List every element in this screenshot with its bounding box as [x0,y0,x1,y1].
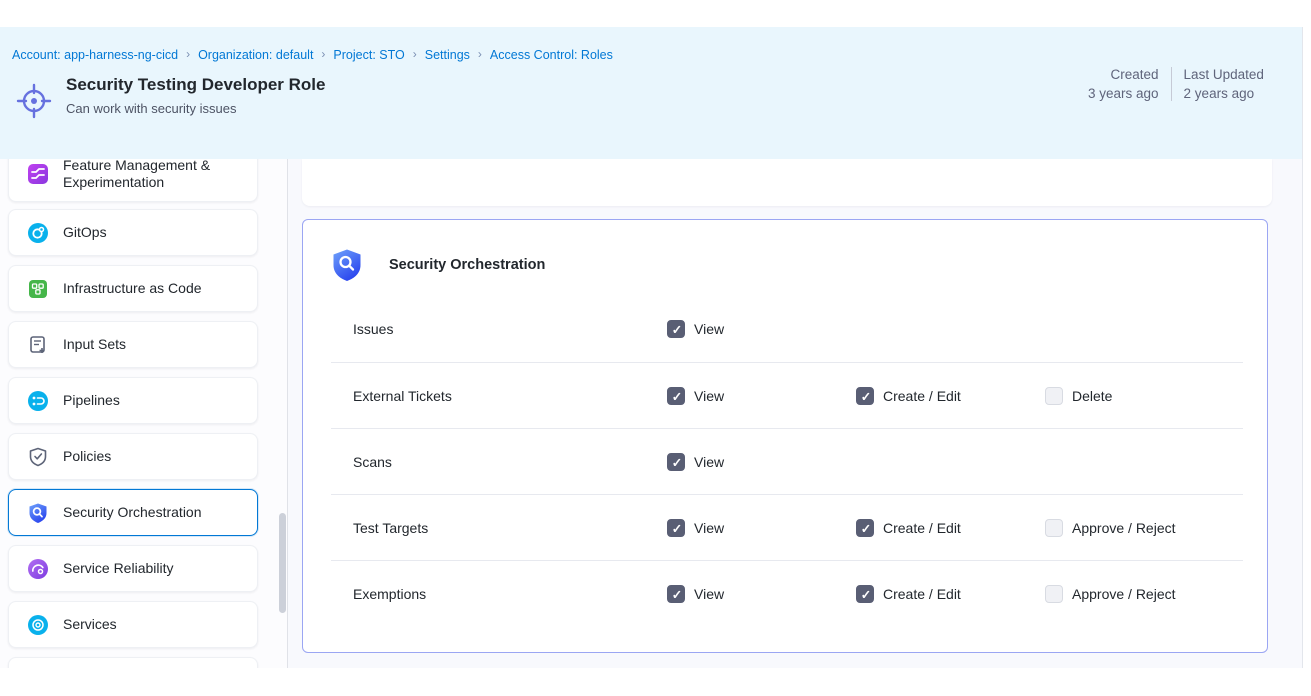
permission-row-test-targets: Test Targets View Create / Edit Approve … [331,494,1243,560]
checkbox-external-tickets-create-edit[interactable] [856,387,874,405]
checkbox-exemptions-view[interactable] [667,585,685,603]
resource-label: Scans [353,454,667,470]
sidebar-item-security-orchestration[interactable]: Security Orchestration [8,489,258,536]
permission-label: View [694,321,724,337]
panel-header: Security Orchestration [303,220,1267,296]
services-icon [27,614,49,636]
checkbox-exemptions-create-edit[interactable] [856,585,874,603]
page-title: Security Testing Developer Role [66,75,325,95]
resource-label: Issues [353,321,667,337]
sidebar-item-label: Pipelines [63,392,120,409]
sidebar-item-label: Policies [63,448,111,465]
sidebar-item-label: Feature Management & Experimentation [63,159,243,191]
permission-label: View [694,454,724,470]
permission-label: View [694,388,724,404]
role-details-page: Account: app-harness-ng-cicd › Organizat… [0,0,1311,696]
policies-icon [27,446,49,468]
checkbox-external-tickets-view[interactable] [667,387,685,405]
chevron-right-icon: › [413,47,417,61]
sidebar-item-infrastructure-as-code[interactable]: Infrastructure as Code [8,265,258,312]
checkbox-issues-view[interactable] [667,320,685,338]
permission-row-external-tickets: External Tickets View Create / Edit Dele… [331,362,1243,428]
sidebar-item-label: Service Reliability [63,560,173,577]
chevron-right-icon: › [186,47,190,61]
sidebar-item-label: Input Sets [63,336,126,353]
checkbox-test-targets-view[interactable] [667,519,685,537]
permission-label: Approve / Reject [1072,586,1176,602]
resource-label: External Tickets [353,388,667,404]
breadcrumb-project[interactable]: Project: STO [333,48,404,62]
pipelines-icon [27,390,49,412]
sidebar-item-service-reliability[interactable]: Service Reliability [8,545,258,592]
resource-label: Exemptions [353,586,667,602]
breadcrumb: Account: app-harness-ng-cicd › Organizat… [12,48,613,62]
resource-label: Test Targets [353,520,667,536]
security-orchestration-panel: Security Orchestration Issues View Exter… [302,219,1268,653]
created-value: 3 years ago [1088,86,1159,101]
permission-row-issues: Issues View [331,296,1243,362]
last-updated-label: Last Updated [1184,67,1264,82]
permission-row-scans: Scans View [331,428,1243,494]
checkbox-scans-view[interactable] [667,453,685,471]
sidebar-item-pipelines[interactable]: Pipelines [8,377,258,424]
sidebar-item-policies[interactable]: Policies [8,433,258,480]
sidebar-item-input-sets[interactable]: Input Sets [8,321,258,368]
sidebar-item-feature-management[interactable]: Feature Management & Experimentation [8,159,258,202]
content-area: Feature Management & Experimentation Git… [0,159,1303,668]
feature-flags-icon [27,163,49,185]
checkbox-exemptions-approve-reject[interactable] [1045,585,1063,603]
checkbox-test-targets-create-edit[interactable] [856,519,874,537]
permission-label: Delete [1072,388,1112,404]
permission-label: Approve / Reject [1072,520,1176,536]
permission-label: View [694,586,724,602]
panel-title: Security Orchestration [389,257,545,273]
sidebar-scrollbar-thumb[interactable] [279,513,286,613]
page-subtitle: Can work with security issues [66,101,237,116]
page-header: Account: app-harness-ng-cicd › Organizat… [0,27,1303,159]
permission-label: Create / Edit [883,586,961,602]
chevron-right-icon: › [478,47,482,61]
sidebar-item-services[interactable]: Services [8,601,258,648]
sidebar-item-label: Security Orchestration [63,504,202,521]
permission-label: Create / Edit [883,388,961,404]
created-label: Created [1111,67,1159,82]
infrastructure-as-code-icon [27,278,49,300]
breadcrumb-access-control-roles[interactable]: Access Control: Roles [490,48,613,62]
checkbox-test-targets-approve-reject[interactable] [1045,519,1063,537]
breadcrumb-settings[interactable]: Settings [425,48,470,62]
security-orchestration-icon [27,502,49,524]
breadcrumb-account[interactable]: Account: app-harness-ng-cicd [12,48,178,62]
security-orchestration-shield-icon [331,248,363,282]
sidebar-item-gitops[interactable]: GitOps [8,209,258,256]
sidebar-item-label: Services [63,616,117,633]
permission-row-exemptions: Exemptions View Create / Edit Approve / … [331,560,1243,626]
sidebar-item-label: Infrastructure as Code [63,280,202,297]
service-reliability-icon [27,558,49,580]
gitops-icon [27,222,49,244]
permission-label: Create / Edit [883,520,961,536]
sidebar-item-label: GitOps [63,224,107,241]
breadcrumb-organization[interactable]: Organization: default [198,48,313,62]
last-updated-value: 2 years ago [1184,86,1264,101]
chevron-right-icon: › [321,47,325,61]
checkbox-external-tickets-delete[interactable] [1045,387,1063,405]
previous-section-card-partial [302,159,1272,206]
permission-label: View [694,520,724,536]
role-meta: Created 3 years ago Last Updated 2 years… [1088,67,1264,101]
role-target-icon [15,82,53,120]
input-sets-icon [27,334,49,356]
sidebar-item-partial[interactable] [8,657,258,668]
sidebar-main-divider [287,159,288,668]
